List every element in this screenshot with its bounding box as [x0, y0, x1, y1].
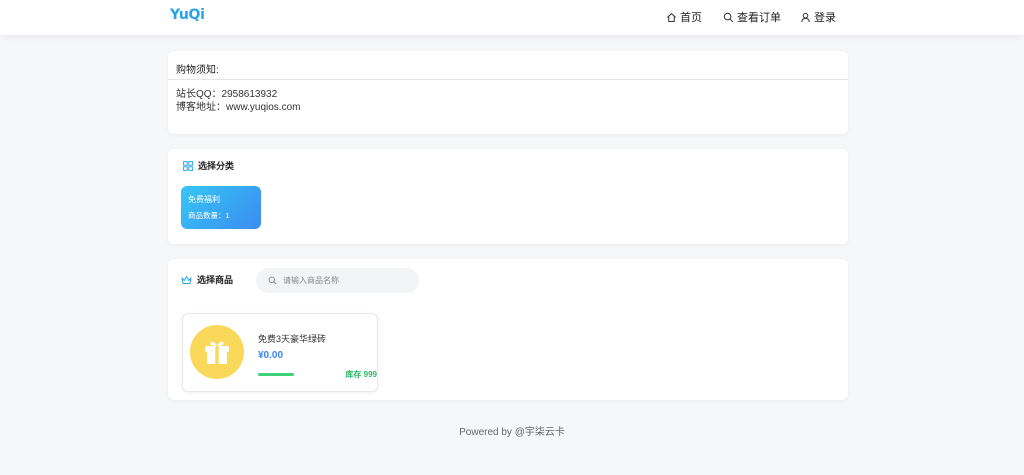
notice-line-qq: 站长QQ：2958613932: [176, 89, 278, 100]
notice-body: 站长QQ：2958613932 博客地址：www.yuqios.com: [168, 80, 848, 114]
footer-text: Powered by @宇柒云卡: [459, 427, 565, 438]
nav-orders-label: 查看订单: [737, 12, 781, 24]
notice-card: 购物须知: 站长QQ：2958613932 博客地址：www.yuqios.co…: [168, 51, 848, 134]
nav-home-label: 首页: [680, 12, 702, 24]
home-icon: [667, 12, 676, 22]
category-name: 免费福利: [188, 195, 220, 204]
nav-login-label: 登录: [814, 12, 836, 24]
nav-login-link[interactable]: 登录: [800, 9, 836, 25]
notice-title: 购物须知:: [168, 51, 848, 80]
goods-heading-label: 选择商品: [197, 275, 234, 285]
product-stock: 库存 999: [345, 370, 377, 379]
category-heading-label: 选择分类: [198, 161, 235, 171]
goods-card: 选择商品 免费3天豪华绿砖 ¥0.00 库存 999: [168, 259, 848, 400]
category-card: 选择分类 免费福利 商品数量：1: [168, 149, 848, 244]
nav-orders-link[interactable]: 查看订单: [723, 9, 781, 25]
user-icon: [801, 12, 810, 22]
search-icon: [268, 276, 277, 285]
stock-progress-bar: [258, 373, 294, 376]
product-name: 免费3天豪华绿砖: [258, 334, 327, 344]
goods-search-box: [256, 268, 419, 293]
crown-icon: [181, 275, 192, 284]
search-icon: [723, 12, 734, 22]
product-card[interactable]: 免费3天豪华绿砖 ¥0.00 库存 999: [182, 313, 378, 392]
gift-icon: [205, 341, 229, 364]
category-tile[interactable]: 免费福利 商品数量：1: [181, 186, 261, 229]
top-navbar: YuQi 首页 查看订单 登录: [0, 0, 1024, 35]
product-image: [190, 325, 244, 379]
category-count: 商品数量：1: [188, 211, 230, 220]
notice-line-blog: 博客地址：www.yuqios.com: [176, 102, 301, 113]
grid-icon: [183, 160, 193, 171]
nav-home-link[interactable]: 首页: [666, 9, 702, 25]
goods-heading: 选择商品: [181, 273, 233, 286]
site-logo[interactable]: YuQi: [170, 7, 205, 23]
category-heading: 选择分类: [183, 159, 234, 172]
goods-search-input[interactable]: [283, 276, 403, 285]
product-price: ¥0.00: [258, 350, 284, 361]
